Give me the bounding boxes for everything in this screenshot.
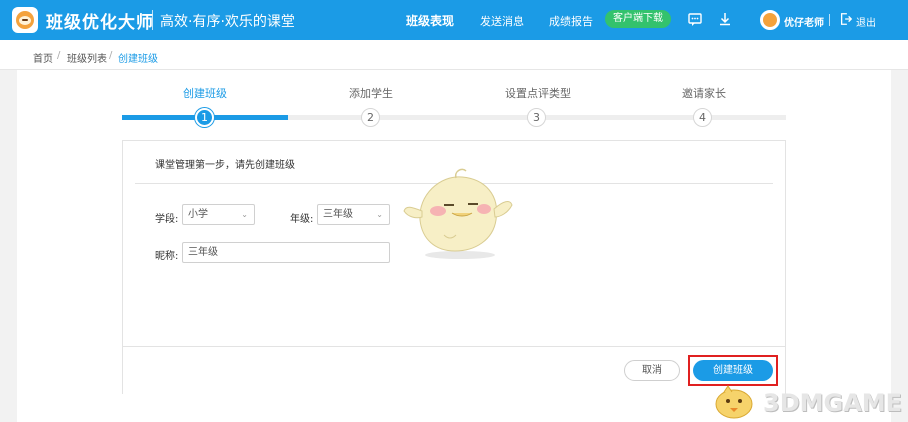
breadcrumb-separator: / (57, 50, 61, 61)
grade-select-value: 三年级 (323, 209, 353, 220)
user-divider (829, 14, 830, 26)
watermark-chick-icon (715, 385, 753, 419)
top-bar: 班级优化大师 高效·有序·欢乐的课堂 班级表现 发送消息 成绩报告 客户端下载 … (0, 0, 908, 40)
chevron-down-icon: ⌄ (376, 210, 383, 219)
nickname-input[interactable]: 三年级 (182, 242, 390, 263)
logout-link[interactable]: 退出 (856, 14, 876, 29)
step-label-review-types: 设置点评类型 (505, 87, 571, 100)
step-label-add-students: 添加学生 (349, 87, 393, 100)
breadcrumb-separator: / (109, 50, 113, 61)
stage-select[interactable]: 小学 ⌄ (182, 204, 255, 225)
slogan: 高效·有序·欢乐的课堂 (160, 14, 295, 30)
breadcrumb-class-list[interactable]: 班级列表 (67, 50, 107, 65)
stage-label: 学段: (155, 214, 179, 225)
nav-send-message[interactable]: 发送消息 (480, 13, 524, 29)
nav-score-report[interactable]: 成绩报告 (549, 13, 593, 29)
step-2-circle: 2 (361, 108, 380, 127)
brand-divider (152, 10, 153, 30)
nav-class-performance[interactable]: 班级表现 (406, 12, 454, 29)
cancel-button[interactable]: 取消 (624, 360, 680, 381)
breadcrumb: 首页 / 班级列表 / 创建班级 (0, 40, 908, 70)
avatar[interactable] (760, 10, 780, 30)
step-3-circle: 3 (527, 108, 546, 127)
breadcrumb-home[interactable]: 首页 (33, 50, 53, 65)
mascot-illustration (403, 168, 513, 259)
form-footer (122, 346, 786, 394)
step-label-create-class: 创建班级 (183, 87, 227, 100)
user-name[interactable]: 优仔老师 (784, 14, 824, 29)
step-4-circle: 4 (693, 108, 712, 127)
nickname-label: 昵称: (155, 251, 179, 262)
download-icon[interactable] (717, 11, 733, 27)
form-title: 课堂管理第一步，请先创建班级 (155, 160, 295, 171)
brand-title: 班级优化大师 (46, 13, 154, 33)
step-label-invite-parents: 邀请家长 (682, 87, 726, 100)
grade-label: 年级: (290, 214, 314, 225)
grade-select[interactable]: 三年级 ⌄ (317, 204, 390, 225)
chevron-down-icon: ⌄ (241, 210, 248, 219)
logout-icon[interactable] (839, 12, 853, 26)
watermark-text: 3DMGAME (763, 389, 903, 417)
stage-select-value: 小学 (188, 209, 208, 220)
client-download-button[interactable]: 客户端下载 (605, 10, 671, 28)
chat-icon[interactable] (687, 11, 703, 27)
app-logo[interactable] (12, 7, 38, 33)
breadcrumb-current: 创建班级 (118, 54, 158, 65)
step-1-circle: 1 (195, 108, 214, 127)
mascot-logo-icon (16, 11, 34, 29)
